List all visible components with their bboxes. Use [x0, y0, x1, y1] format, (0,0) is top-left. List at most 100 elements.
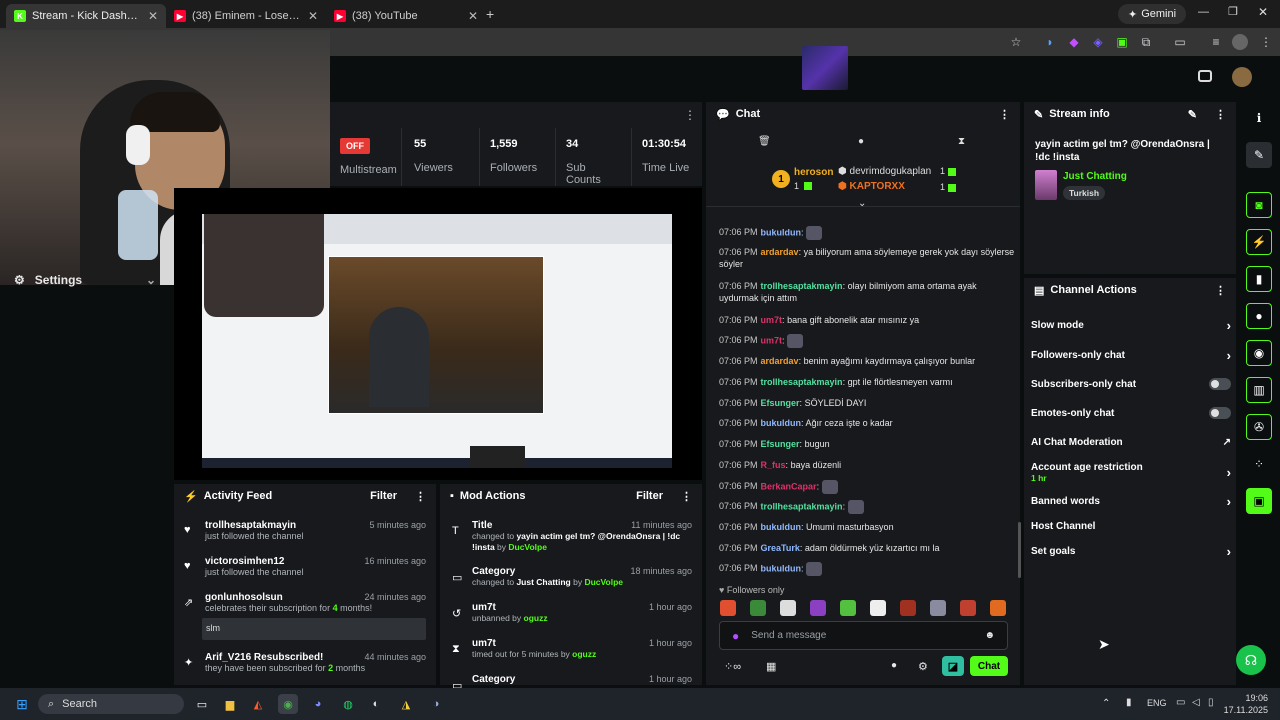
message-username[interactable]: bukuldun — [761, 522, 802, 532]
bookmark-star-icon[interactable]: ☆ — [1008, 34, 1024, 50]
extensions-puzzle-icon[interactable]: ⧉ — [1138, 34, 1154, 50]
emote-icon[interactable] — [960, 600, 976, 616]
network-icon[interactable]: ▭ — [1176, 697, 1185, 708]
action-slow-mode[interactable]: Slow mode › — [1031, 318, 1231, 333]
emote-icon[interactable] — [780, 600, 796, 616]
volume-icon[interactable]: ◁ — [1192, 697, 1200, 708]
chat-scrollbar[interactable] — [1018, 522, 1021, 578]
mic-icon[interactable]: ▮ — [1126, 697, 1132, 708]
gemini-button[interactable]: ✦ Gemini — [1118, 4, 1187, 24]
language-indicator[interactable]: ENG — [1147, 698, 1167, 708]
restore-button[interactable]: ❐ — [1228, 5, 1238, 18]
action-subscribers-only-chat[interactable]: Subscribers-only chat — [1031, 377, 1231, 391]
chat-send-button[interactable]: Chat — [970, 656, 1008, 676]
moderator-name[interactable]: oguzz — [572, 649, 596, 659]
more-icon[interactable]: ⋮ — [684, 108, 696, 122]
message-username[interactable]: trollhesaptakmayin — [761, 501, 843, 511]
emote-icon[interactable] — [720, 600, 736, 616]
extension-icon[interactable]: ◈ — [1090, 34, 1106, 50]
add-widget-icon[interactable]: ▣ — [1246, 488, 1272, 514]
collapse-icon[interactable]: ⌄ — [858, 198, 866, 209]
emote-icon[interactable] — [750, 600, 766, 616]
document-icon[interactable]: ▮ — [1246, 266, 1272, 292]
emote-icon[interactable] — [900, 600, 916, 616]
taskbar-search[interactable]: ⌕ Search — [38, 694, 184, 714]
message-username[interactable]: ardardav — [761, 356, 799, 366]
category-name[interactable]: Just Chatting — [1063, 171, 1127, 182]
app-icon[interactable]: ◮ — [396, 694, 416, 714]
trash-icon[interactable]: 🗑 — [758, 136, 771, 147]
broadcast-icon[interactable]: ◉ — [1246, 340, 1272, 366]
nav-settings[interactable]: ⚙ Settings ⌄ — [0, 268, 170, 292]
message-username[interactable]: Efsunger — [761, 398, 800, 408]
lightning-icon[interactable]: ⚡ — [1246, 229, 1272, 255]
github-icon[interactable]: ◐ — [366, 694, 386, 714]
clip-icon[interactable]: ◙ — [1246, 192, 1272, 218]
browser-tab[interactable]: K Stream - Kick Dashboard ✕ — [6, 4, 166, 28]
toggle-switch[interactable] — [1209, 407, 1231, 419]
message-username[interactable]: bukuldun — [761, 227, 802, 237]
action-host-channel[interactable]: Host Channel — [1031, 519, 1231, 533]
windows-start-icon[interactable]: ⊞ — [12, 694, 32, 714]
spotify-icon[interactable]: ◍ — [338, 694, 358, 714]
chat-input[interactable]: ● Send a message ☻ — [719, 621, 1008, 650]
studio-icon[interactable] — [1198, 70, 1212, 82]
extension-icon[interactable]: ◗ — [1042, 34, 1058, 50]
new-tab-button[interactable]: + — [486, 6, 494, 22]
more-icon[interactable]: ⋮ — [681, 490, 692, 503]
taskbar-clock[interactable]: 19:06 17.11.2025 — [1222, 692, 1268, 716]
extension-icon[interactable]: ▣ — [1114, 34, 1130, 50]
wrench-icon[interactable]: ✇ — [1246, 414, 1272, 440]
message-username[interactable]: BerkanCapar — [761, 481, 817, 491]
emote-icon[interactable] — [840, 600, 856, 616]
steam-icon[interactable]: ◑ — [426, 694, 446, 714]
apps-icon[interactable]: ⁘ — [1246, 451, 1272, 477]
minimize-button[interactable]: — — [1198, 6, 1209, 18]
extension-icon[interactable]: ◆ — [1066, 34, 1082, 50]
profile-avatar[interactable] — [1232, 34, 1248, 50]
emoji-icon[interactable]: ☻ — [984, 630, 995, 641]
message-username[interactable]: GreaTurk — [761, 543, 800, 553]
message-username[interactable]: trollhesaptakmayin — [761, 377, 843, 387]
more-icon[interactable]: ⋮ — [1215, 284, 1226, 297]
message-username[interactable]: bukuldun — [761, 563, 802, 573]
file-explorer-icon[interactable]: ▆ — [220, 694, 240, 714]
message-username[interactable]: Efsunger — [761, 439, 800, 449]
hourglass-icon[interactable]: ⧗ — [958, 136, 965, 147]
pencil-icon[interactable]: ✎ — [1246, 142, 1272, 168]
action-ai-chat-moderation[interactable]: AI Chat Moderation ↗ — [1031, 435, 1231, 449]
action-set-goals[interactable]: Set goals › — [1031, 544, 1231, 559]
browser-tab[interactable]: ▶ (38) Eminem - Lose Yourself - Y ✕ — [166, 4, 326, 28]
action-banned-words[interactable]: Banned words › — [1031, 494, 1231, 509]
filter-button[interactable]: Filter — [636, 490, 663, 502]
reading-list-icon[interactable]: ≡ — [1208, 34, 1224, 50]
chat-bubble-icon[interactable]: ● — [858, 136, 864, 147]
message-username[interactable]: ardardav — [761, 247, 799, 257]
browser-tab[interactable]: ▶ (38) YouTube ✕ — [326, 4, 486, 28]
filter-button[interactable]: Filter — [370, 490, 397, 502]
close-tab-icon[interactable]: ✕ — [308, 9, 318, 23]
message-username[interactable]: R_fus — [761, 460, 786, 470]
brave-icon[interactable]: ◭ — [248, 694, 268, 714]
emote-icon[interactable] — [870, 600, 886, 616]
message-username[interactable]: bukuldun — [761, 418, 802, 428]
task-view-icon[interactable]: ▭ — [192, 694, 212, 714]
more-icon[interactable]: ⋮ — [415, 490, 426, 503]
message-username[interactable]: um7t — [761, 315, 783, 325]
chat-bubble-icon[interactable]: ● — [891, 660, 897, 671]
action-emotes-only-chat[interactable]: Emotes-only chat — [1031, 406, 1231, 420]
edit-icon[interactable]: ✎ — [1188, 108, 1197, 121]
battery-icon[interactable]: ▯ — [1208, 697, 1214, 708]
kick-bot-icon[interactable]: ◪ — [942, 656, 964, 676]
chevron-up-icon[interactable]: ⌃ — [1102, 698, 1110, 709]
chat-icon[interactable]: ● — [1246, 303, 1272, 329]
moderator-name[interactable]: DucVolpe — [508, 542, 547, 552]
message-username[interactable]: trollhesaptakmayin — [761, 281, 843, 291]
emote-icon[interactable] — [810, 600, 826, 616]
emote-picker-icon[interactable]: ⁘∞ — [724, 660, 741, 673]
action-account-age-restriction[interactable]: Account age restriction 1 hr › — [1031, 460, 1231, 484]
gear-icon[interactable]: ⚙ — [918, 660, 928, 673]
emote-icon[interactable] — [990, 600, 1006, 616]
moderator-name[interactable]: oguzz — [524, 613, 548, 623]
cast-icon[interactable]: ▭ — [1172, 34, 1188, 50]
